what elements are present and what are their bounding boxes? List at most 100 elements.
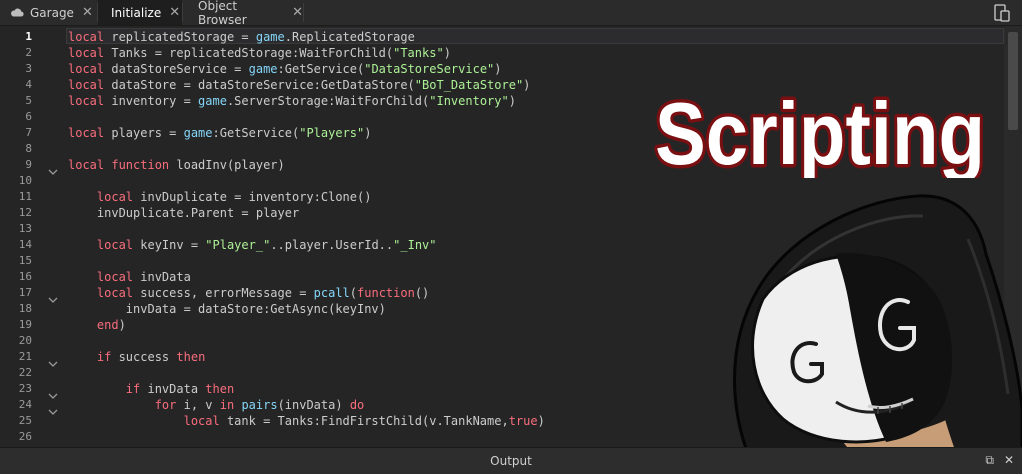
line-number: 19 (18, 318, 32, 331)
code-token: "Inventory" (429, 94, 509, 108)
code-token: ) (364, 126, 372, 140)
close-icon[interactable]: ✕ (82, 6, 93, 19)
code-token: local (68, 78, 105, 92)
line-number: 4 (25, 78, 32, 91)
code-token: ) (443, 46, 451, 60)
line-number: 11 (18, 190, 32, 203)
line-number: 2 (25, 46, 32, 59)
output-title: Output (490, 454, 532, 468)
tab-label: Object Browser (198, 0, 247, 27)
code-token: keyInv = (133, 238, 206, 252)
code-line[interactable]: local dataStore = dataStoreService:GetDa… (68, 77, 530, 93)
undock-icon[interactable]: ⧉ (985, 453, 994, 468)
line-number: 1 (25, 30, 32, 43)
code-token: local (68, 46, 105, 60)
code-line[interactable]: if success then (68, 349, 205, 365)
code-token: "BoT_DataStore" (414, 78, 524, 92)
code-token: players = (104, 126, 184, 140)
close-icon[interactable]: ✕ (292, 6, 303, 19)
tab-label: Initialize (111, 5, 162, 20)
fold-chevron-icon[interactable] (48, 353, 60, 367)
code-token: local (96, 270, 134, 284)
cloud-icon (10, 6, 24, 20)
code-token: "Player_" (205, 238, 271, 252)
code-line[interactable]: invDuplicate.Parent = player (68, 205, 299, 221)
line-number: 7 (25, 126, 32, 139)
code-token: function (357, 286, 415, 300)
line-number-gutter: 1 2 3 4 5 6 7 8 9 10 11 12 13 14 15 16 17 18 19 20 21 22 23 24 2… (0, 26, 64, 447)
code-token: invData = dataStore:GetAsync(keyInv) (68, 302, 386, 316)
code-line[interactable]: end) (68, 317, 126, 333)
code-line[interactable]: local tank = Tanks:FindFirstChild(v.Tank… (68, 413, 545, 429)
code-line[interactable]: local invData (68, 269, 191, 285)
code-token: if (125, 382, 141, 396)
code-token: local (68, 158, 105, 172)
scrollbar-thumb[interactable] (1008, 32, 1018, 130)
hooded-character-art (733, 194, 1022, 447)
code-token: "Tanks" (393, 46, 444, 60)
close-icon[interactable]: ✕ (1004, 453, 1014, 468)
code-token: do (349, 398, 365, 412)
code-token: ..player.UserId.. (270, 238, 394, 252)
line-number: 24 (18, 398, 32, 411)
code-token: :GetService( (277, 62, 365, 76)
code-line[interactable]: invData = dataStore:GetAsync(keyInv) (68, 301, 386, 317)
code-line[interactable]: for i, v in pairs(invData) do (68, 397, 365, 413)
code-line[interactable]: local players = game:GetService("Players… (68, 125, 371, 141)
code-token: ) (523, 78, 531, 92)
line-number: 5 (25, 94, 32, 107)
line-number: 3 (25, 62, 32, 75)
code-token: i, v (176, 398, 220, 412)
code-token: invData (140, 382, 206, 396)
code-token: pairs (241, 398, 278, 412)
code-token: ( (349, 286, 358, 300)
tab-object-browser[interactable]: Object Browser ✕ (183, 0, 303, 27)
code-token: Tanks = replicatedStorage:WaitForChild( (104, 46, 394, 60)
code-line[interactable]: local keyInv = "Player_"..player.UserId.… (68, 237, 437, 253)
code-token: ) (494, 62, 502, 76)
code-token: "Players" (299, 126, 365, 140)
code-token: dataStore = dataStoreService:GetDataStor… (104, 78, 415, 92)
line-number: 22 (18, 366, 32, 379)
device-emulator-icon[interactable] (992, 3, 1012, 23)
code-token: local (96, 286, 134, 300)
code-line[interactable]: local success, errorMessage = pcall(func… (68, 285, 429, 301)
code-token: :GetService( (212, 126, 300, 140)
code-token: inventory = (104, 94, 199, 108)
line-number: 23 (18, 382, 32, 395)
code-token: for (154, 398, 177, 412)
code-token: true (508, 414, 538, 428)
line-number: 17 (18, 286, 32, 299)
code-token: () (414, 286, 430, 300)
code-token: if (96, 350, 112, 364)
code-line[interactable]: local function loadInv(player) (68, 157, 285, 173)
line-number: 15 (18, 254, 32, 267)
line-number: 26 (18, 430, 32, 443)
code-line[interactable]: local Tanks = replicatedStorage:WaitForC… (68, 45, 451, 61)
fold-chevron-icon[interactable] (48, 401, 60, 415)
code-token: .ReplicatedStorage (284, 30, 415, 44)
close-icon[interactable]: ✕ (169, 6, 180, 19)
code-line[interactable]: local replicatedStorage = game.Replicate… (68, 29, 415, 45)
code-token: invDuplicate = inventory:Clone() (133, 190, 372, 204)
script-editor[interactable]: 1 2 3 4 5 6 7 8 9 10 11 12 13 14 15 16 17 18 19 20 21 22 23 24 2… (0, 26, 1022, 447)
code-line[interactable]: local dataStoreService = game:GetService… (68, 61, 502, 77)
fold-chevron-icon[interactable] (48, 385, 60, 399)
code-line[interactable]: local invDuplicate = inventory:Clone() (68, 189, 372, 205)
code-token: "DataStoreService" (364, 62, 495, 76)
code-token: local (68, 94, 105, 108)
fold-chevron-icon[interactable] (48, 161, 60, 175)
code-token: .ServerStorage:WaitForChild( (226, 94, 430, 108)
tab-garage[interactable]: Garage ✕ (0, 0, 97, 25)
code-line[interactable]: if invData then (68, 381, 234, 397)
code-line[interactable]: local inventory = game.ServerStorage:Wai… (68, 93, 516, 109)
tab-initialize[interactable]: Initialize ✕ (98, 0, 182, 25)
line-number: 12 (18, 206, 32, 219)
code-token: replicatedStorage = (104, 30, 256, 44)
fold-chevron-icon[interactable] (48, 289, 60, 303)
line-number: 18 (18, 302, 32, 315)
output-panel-header[interactable]: Output ⧉ ✕ (0, 447, 1022, 474)
code-token: invDuplicate.Parent = player (68, 206, 300, 220)
